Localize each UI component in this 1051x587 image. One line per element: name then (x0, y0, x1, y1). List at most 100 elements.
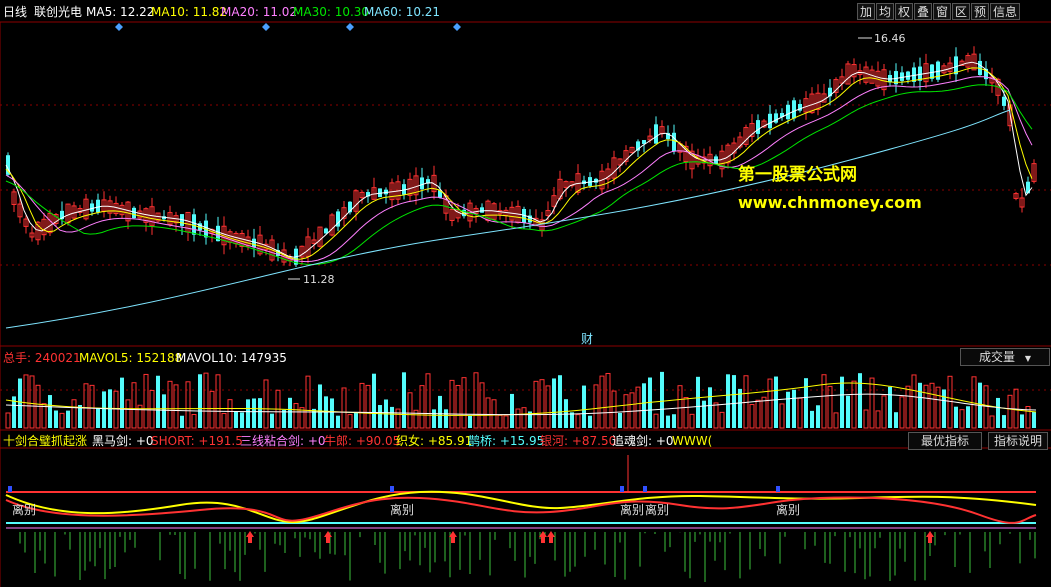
volume-bar (959, 409, 965, 429)
volume-bar (713, 402, 719, 429)
volume-bar (588, 415, 592, 428)
volume-bar (120, 377, 124, 428)
indicator-help-button[interactable]: 指标说明 (988, 432, 1048, 450)
volume-bar (449, 379, 455, 429)
volume-bar (444, 409, 448, 428)
volume-bar (162, 394, 166, 428)
volume-bar (180, 415, 184, 428)
volume-bar (935, 386, 941, 429)
indicator-name[interactable]: 十剑合璧抓起涨 (3, 434, 87, 448)
volume-bar (1032, 411, 1036, 428)
volume-bar (305, 375, 311, 429)
candle-body (132, 207, 136, 219)
volume-bar (365, 384, 371, 429)
volume-bar (894, 412, 898, 428)
volume-bar (438, 395, 442, 428)
heima-value: 黑马剑: +0 (92, 434, 154, 448)
volume-bar (816, 405, 820, 428)
best-indicator-button[interactable]: 最优指标 (908, 432, 982, 450)
volume-bar (738, 388, 742, 428)
volume-bar (419, 385, 425, 429)
volume-bar (203, 372, 209, 429)
volume-bar (858, 373, 862, 428)
volume-bar (515, 408, 521, 429)
volume-bar (918, 382, 922, 428)
volume-bar (209, 390, 215, 429)
volume-bar (533, 380, 539, 429)
event-diamond-icon (115, 23, 123, 31)
chevron-down-icon: ▼ (1024, 354, 1031, 363)
sanxian-value: 三线粘合剑: +0 (240, 434, 326, 448)
volume-total: 总手: 240021 (3, 351, 81, 365)
candle-body (90, 203, 94, 212)
volume-bar (923, 384, 929, 429)
volume-bar (593, 384, 599, 429)
volume-bar (810, 410, 814, 428)
volume-bar (954, 406, 958, 428)
volume-bar (582, 385, 586, 428)
volume-bar (702, 400, 706, 428)
volume-bar (761, 396, 767, 429)
volume-bar (468, 415, 472, 428)
buy-arrow-icon (547, 531, 555, 543)
ma20-line (5, 76, 1033, 263)
volume-bar (899, 396, 905, 429)
volume-bar (240, 412, 244, 428)
volume-bar (672, 414, 676, 428)
volume-bar (989, 415, 995, 429)
volume-bar (521, 407, 527, 429)
volume-bar (48, 395, 52, 428)
volume-bar (378, 405, 382, 428)
volume-bar (564, 399, 568, 428)
volume-bar (341, 387, 347, 429)
chart-canvas[interactable] (0, 0, 1051, 587)
volume-bar (611, 390, 617, 429)
financial-marker[interactable]: 财 (581, 332, 593, 346)
volume-bar (804, 378, 808, 428)
candle-body (480, 207, 484, 213)
volume-bar (354, 412, 358, 428)
volume-bar (774, 376, 778, 428)
volume-bar (96, 407, 100, 428)
volume-bar (425, 373, 431, 429)
watermark-url: www.chnmoney.com (738, 193, 922, 212)
volume-bar (491, 399, 497, 429)
candle-body (1002, 96, 1006, 106)
volume-bar (288, 397, 292, 428)
volume-bar (875, 410, 881, 429)
volume-bar (1002, 415, 1006, 428)
short-value: SHORT: +191.5 (151, 434, 243, 448)
volume-bar (347, 414, 353, 429)
volume-bar (23, 374, 29, 429)
volume-bar (851, 380, 857, 429)
volume-bar (840, 376, 844, 428)
volume-bar (102, 391, 106, 428)
volume-bar (792, 389, 796, 428)
buy-arrow-icon (324, 531, 332, 543)
volume-bar (642, 383, 646, 428)
queqiao-value: 鹊桥: +15.95 (468, 434, 545, 448)
mavol10-value: MAVOL10: 147935 (176, 351, 287, 365)
mavol5-value: MAVOL5: 152188 (79, 351, 183, 365)
volume-bar (605, 372, 611, 429)
volume-bar (996, 397, 1000, 428)
volume-bar (252, 398, 256, 428)
volume-bar (708, 387, 712, 428)
www-value: WWW( (672, 434, 713, 448)
volume-bar (143, 373, 149, 429)
volume-bar (545, 385, 551, 429)
volume-bar (485, 397, 491, 429)
parting-label: 离别 (645, 503, 670, 517)
volume-bar (911, 374, 917, 429)
buy-arrow-icon (926, 531, 934, 543)
volume-bar (270, 413, 274, 428)
volume-bar (407, 392, 413, 429)
volume-bar (599, 375, 605, 429)
volume-bar (1020, 414, 1024, 428)
signal-marker (776, 486, 780, 492)
volume-bar (779, 403, 785, 429)
volume-indicator-dropdown[interactable]: 成交量 ▼ (960, 348, 1050, 366)
parting-label: 离别 (776, 503, 801, 517)
volume-bar (71, 399, 77, 429)
volume-bar (1007, 394, 1013, 429)
